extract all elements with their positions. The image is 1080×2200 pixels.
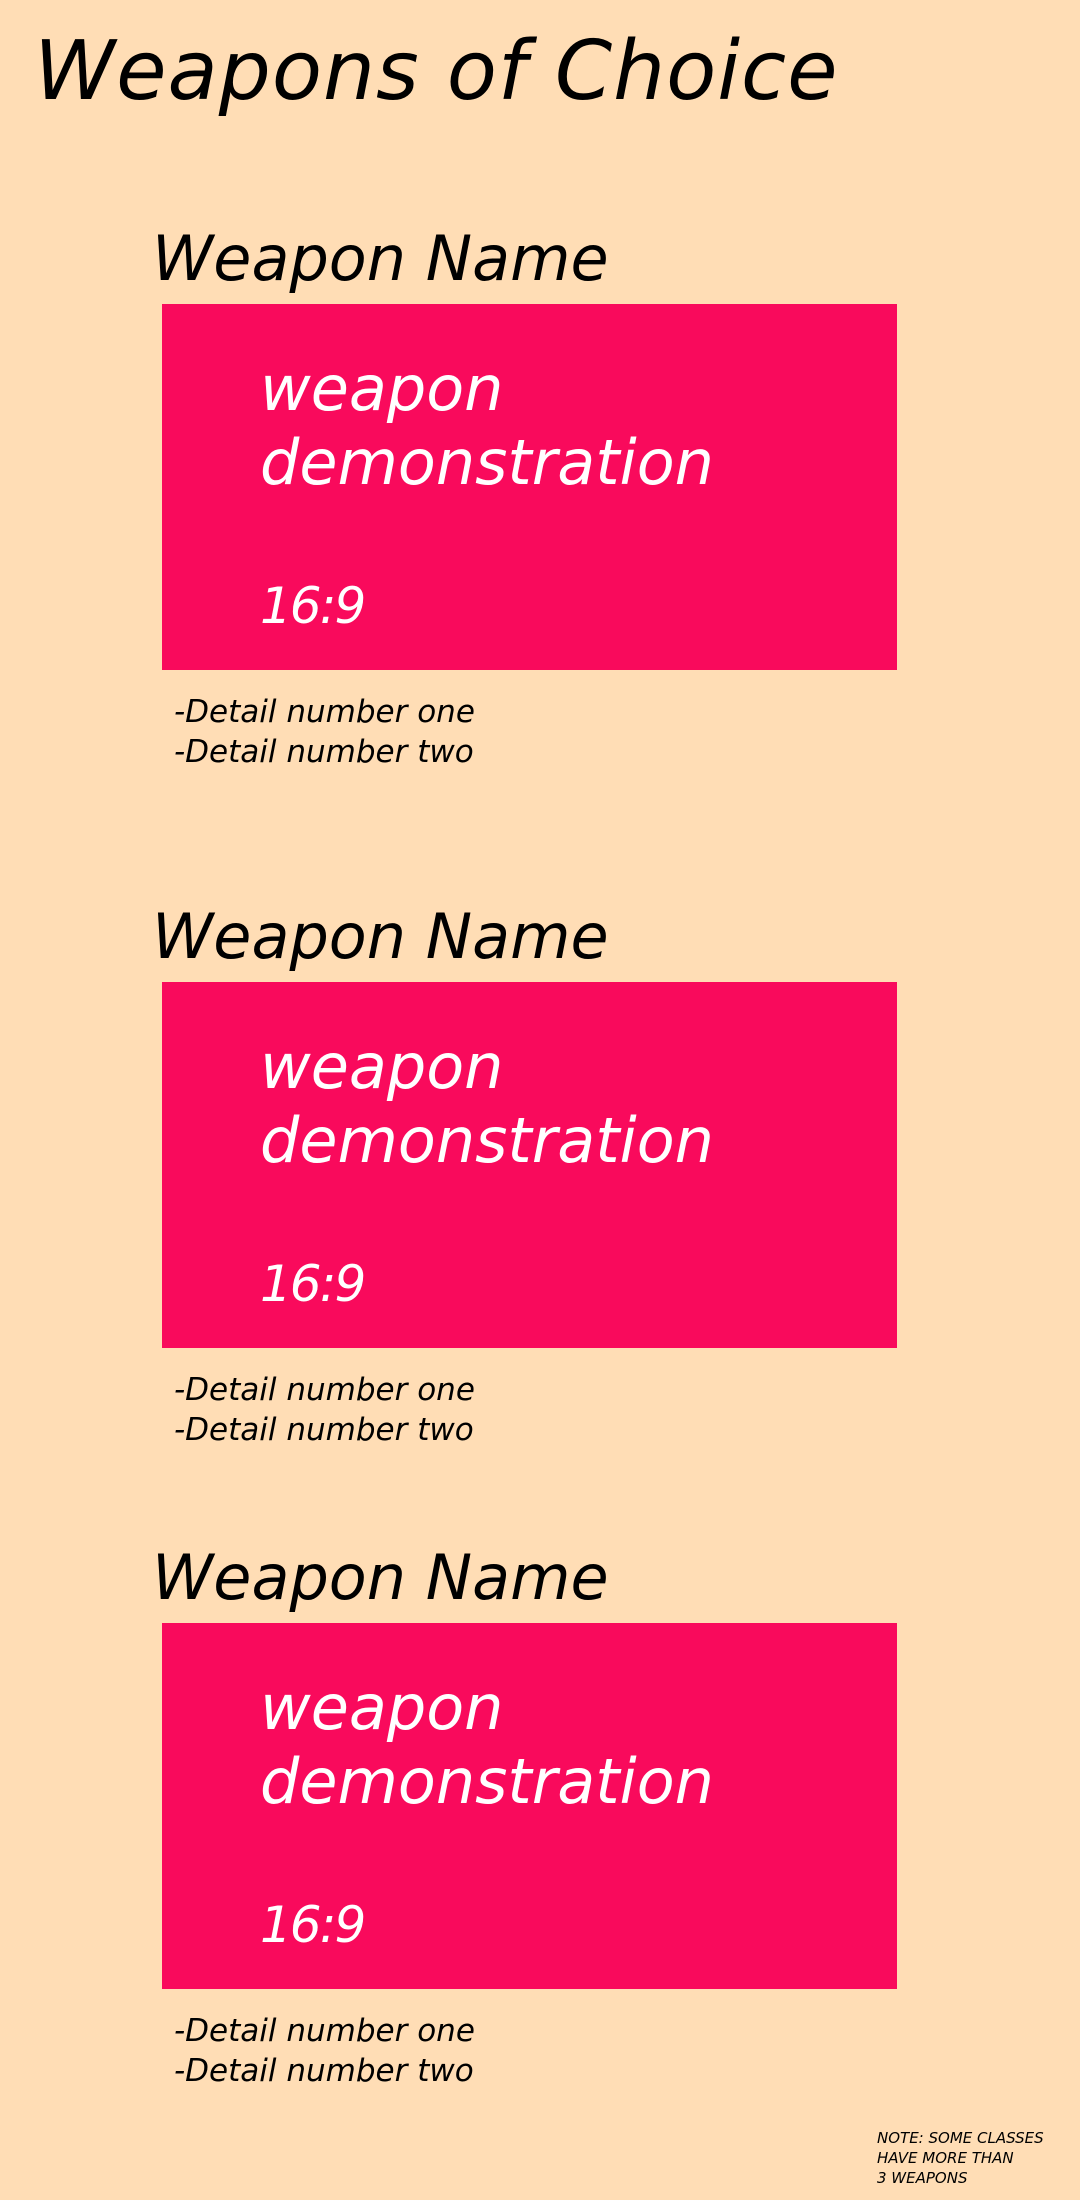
- detail-item: -Detail number two: [174, 2053, 474, 2089]
- detail-item: -Detail number one: [174, 694, 475, 730]
- page-title: Weapons of Choice: [34, 24, 839, 119]
- detail-item: -Detail number one: [174, 1372, 475, 1408]
- detail-item: -Detail number two: [174, 1412, 474, 1448]
- weapon-section: Weapon Name weapon demonstration 16:9 -D…: [0, 222, 1080, 782]
- weapon-section: Weapon Name weapon demonstration 16:9 -D…: [0, 1541, 1080, 2101]
- weapon-name: Weapon Name: [152, 222, 609, 295]
- weapon-demo-placeholder: weapon demonstration 16:9: [162, 1623, 897, 1989]
- aspect-ratio-label: 16:9: [260, 1896, 366, 1954]
- aspect-ratio-label: 16:9: [260, 1255, 366, 1313]
- weapon-details: -Detail number one -Detail number two: [174, 2011, 475, 2091]
- weapon-section: Weapon Name weapon demonstration 16:9 -D…: [0, 900, 1080, 1460]
- weapon-name: Weapon Name: [152, 900, 609, 973]
- aspect-ratio-label: 16:9: [260, 577, 366, 635]
- weapon-demo-placeholder: weapon demonstration 16:9: [162, 304, 897, 670]
- demo-label: weapon demonstration: [260, 1671, 714, 1818]
- detail-item: -Detail number one: [174, 2013, 475, 2049]
- footnote-line: NOTE: SOME CLASSES: [877, 2129, 1044, 2147]
- weapon-details: -Detail number one -Detail number two: [174, 1370, 475, 1450]
- weapon-name: Weapon Name: [152, 1541, 609, 1614]
- demo-label: weapon demonstration: [260, 352, 714, 499]
- detail-item: -Detail number two: [174, 734, 474, 770]
- footnote: NOTE: SOME CLASSES HAVE MORE THAN 3 WEAP…: [877, 2128, 1077, 2188]
- weapon-demo-placeholder: weapon demonstration 16:9: [162, 982, 897, 1348]
- footnote-line: HAVE MORE THAN: [877, 2149, 1014, 2167]
- weapon-details: -Detail number one -Detail number two: [174, 692, 475, 772]
- footnote-line: 3 WEAPONS: [877, 2169, 968, 2187]
- demo-label: weapon demonstration: [260, 1030, 714, 1177]
